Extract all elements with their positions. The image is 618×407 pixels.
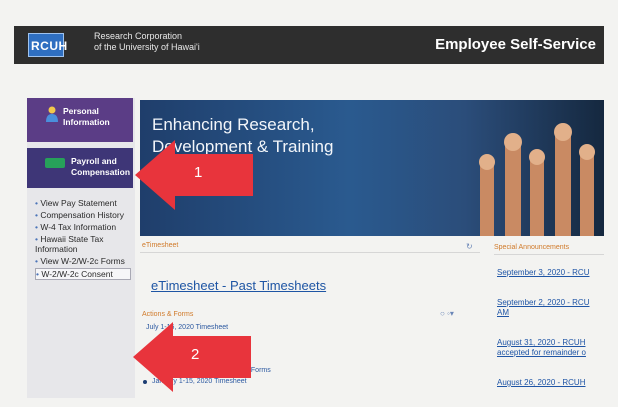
sidebar: Personal Information Payroll and Compens…: [27, 98, 135, 398]
divider: [494, 254, 604, 255]
organization-name: Research Corporation of the University o…: [94, 31, 200, 53]
org-line-1: Research Corporation: [94, 31, 183, 41]
nav-payroll-compensation[interactable]: Payroll and Compensation: [27, 148, 133, 188]
link-view-pay-statement[interactable]: • View Pay Statement: [35, 198, 131, 208]
link-hawaii-state-tax[interactable]: • Hawaii State Tax Information: [35, 234, 131, 254]
divider: [140, 252, 480, 253]
person-icon: [46, 106, 58, 122]
rcuh-logo[interactable]: RCUH: [28, 33, 67, 57]
announcements-header: Special Announcements: [494, 244, 570, 251]
etimesheet-header: eTimesheet: [142, 242, 179, 249]
announcement-aug26[interactable]: August 26, 2020 - RCUH: [497, 378, 586, 387]
org-line-2: of the University of Hawai'i: [94, 42, 200, 52]
link-w2-consent[interactable]: • W-2/W-2c Consent: [35, 268, 131, 280]
options-icon[interactable]: ○ ◦▾: [440, 309, 454, 318]
announcement-aug31-cont[interactable]: accepted for remainder o: [497, 348, 586, 357]
link-w4-tax-information[interactable]: • W-4 Tax Information: [35, 222, 131, 232]
announcement-sep3[interactable]: September 3, 2020 - RCU: [497, 268, 590, 277]
portal-title: Employee Self-Service: [435, 36, 596, 53]
money-icon: [45, 158, 65, 168]
announcement-sep2-time[interactable]: AM: [497, 308, 509, 317]
app-header: RCUH Research Corporation of the Univers…: [14, 26, 604, 64]
annotation-label-2: 2: [191, 346, 200, 363]
actions-forms-header: Actions & Forms: [142, 311, 194, 318]
nav-payroll-label: Payroll and Compensation: [71, 156, 131, 177]
coral-image: [479, 123, 595, 236]
link-view-w2-forms[interactable]: • View W-2/W-2c Forms: [35, 256, 131, 266]
logo-text: RCUH: [31, 39, 68, 53]
announcement-sep2[interactable]: September 2, 2020 - RCU: [497, 298, 590, 307]
annotation-label-1: 1: [194, 164, 203, 181]
past-timesheets-link[interactable]: eTimesheet - Past Timesheets: [151, 278, 326, 293]
nav-personal-information[interactable]: Personal Information: [27, 98, 133, 142]
nav-personal-label: Personal Information: [63, 106, 110, 127]
announcement-aug31[interactable]: August 31, 2020 - RCUH: [497, 338, 586, 347]
payroll-submenu: • View Pay Statement • Compensation Hist…: [35, 198, 131, 282]
refresh-icon[interactable]: ↻: [466, 242, 473, 251]
link-compensation-history[interactable]: • Compensation History: [35, 210, 131, 220]
